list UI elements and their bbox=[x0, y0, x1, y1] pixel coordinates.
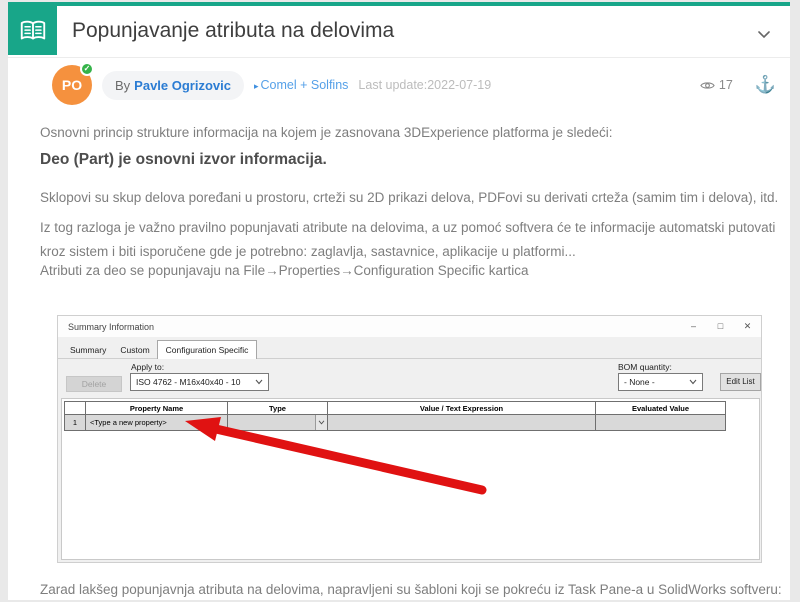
bom-quantity-value: - None - bbox=[624, 377, 655, 387]
dialog-tabstrip: Summary Custom Configuration Specific bbox=[58, 337, 761, 359]
bom-quantity-label: BOM quantity: bbox=[618, 362, 672, 372]
tab-custom[interactable]: Custom bbox=[113, 343, 156, 358]
org-label: Comel + Solfins bbox=[261, 78, 349, 92]
org-arrow-icon: ▸ bbox=[254, 81, 259, 91]
minimize-icon[interactable]: – bbox=[680, 316, 707, 337]
article-card: Popunjavanje atributa na delovima PO ✓ B… bbox=[8, 2, 790, 600]
avatar-initials: PO bbox=[62, 77, 82, 93]
permalink-anchor-icon[interactable]: ⚓ bbox=[755, 75, 776, 95]
property-name-cell[interactable]: <Type a new property> bbox=[86, 415, 228, 431]
author-pill: By Pavle Ogrizovic bbox=[102, 71, 244, 100]
paragraph-sklopovi: Sklopovi su skup delova poređani u prost… bbox=[40, 186, 782, 210]
row-number: 1 bbox=[65, 415, 86, 431]
col-rownum bbox=[65, 402, 86, 415]
bom-quantity-dropdown[interactable]: - None - bbox=[618, 373, 703, 391]
chevron-down-icon bbox=[255, 379, 263, 385]
paragraph-intro: Osnovni princip strukture informacija na… bbox=[40, 121, 782, 145]
dialog-titlebar: Summary Information – □ ✕ bbox=[58, 316, 761, 337]
apply-to-value: ISO 4762 - M16x40x40 - 10 bbox=[136, 377, 240, 387]
summary-information-dialog: Summary Information – □ ✕ Summary Custom… bbox=[57, 315, 762, 563]
maximize-icon[interactable]: □ bbox=[707, 316, 734, 337]
tab-configuration-specific[interactable]: Configuration Specific bbox=[157, 340, 258, 359]
col-evaluated-value: Evaluated Value bbox=[596, 402, 726, 415]
col-property-name: Property Name bbox=[86, 402, 228, 415]
close-icon[interactable]: ✕ bbox=[734, 316, 761, 337]
organization-link[interactable]: ▸Comel + Solfins bbox=[254, 78, 348, 92]
paragraph-atributi: Atributi za deo se popunjavaju na File→P… bbox=[40, 259, 782, 283]
dialog-title: Summary Information bbox=[68, 322, 154, 332]
type-cell[interactable] bbox=[228, 415, 328, 431]
apply-to-dropdown[interactable]: ISO 4762 - M16x40x40 - 10 bbox=[130, 373, 269, 391]
section-heading: Deo (Part) je osnovni izvor informacija. bbox=[40, 151, 782, 169]
tab-summary[interactable]: Summary bbox=[63, 343, 113, 358]
type-dropdown-chevron-icon[interactable] bbox=[315, 415, 327, 430]
evaluated-value-cell bbox=[596, 415, 726, 431]
value-cell[interactable] bbox=[328, 415, 596, 431]
verified-check-icon: ✓ bbox=[80, 62, 94, 76]
paragraph-razlog: Iz tog razloga je važno pravilno popunja… bbox=[40, 216, 782, 264]
properties-panel: Property Name Type Value / Text Expressi… bbox=[61, 398, 760, 560]
header-divider bbox=[8, 57, 790, 58]
table-header-row: Property Name Type Value / Text Expressi… bbox=[65, 402, 726, 415]
eye-icon bbox=[700, 80, 715, 91]
page-title: Popunjavanje atributa na delovima bbox=[72, 19, 394, 43]
col-value-text-expression: Value / Text Expression bbox=[328, 402, 596, 415]
table-row: 1 <Type a new property> bbox=[65, 415, 726, 431]
collapse-chevron-down-icon[interactable] bbox=[754, 24, 774, 44]
last-update: Last update:2022-07-19 bbox=[358, 78, 491, 92]
by-label: By bbox=[115, 78, 130, 93]
avatar[interactable]: PO ✓ bbox=[52, 65, 92, 105]
views-count: 17 bbox=[719, 78, 733, 92]
delete-button[interactable]: Delete bbox=[66, 376, 122, 392]
properties-table: Property Name Type Value / Text Expressi… bbox=[64, 401, 726, 431]
edit-list-button[interactable]: Edit List bbox=[720, 373, 761, 391]
apply-to-label: Apply to: bbox=[131, 362, 164, 372]
chevron-down-icon bbox=[689, 379, 697, 385]
views-counter: 17 bbox=[700, 78, 733, 92]
col-type: Type bbox=[228, 402, 328, 415]
book-icon bbox=[8, 6, 57, 55]
paragraph-sabloni: Zarad lakšeg popunjavnja atributa na del… bbox=[40, 578, 782, 602]
byline: PO ✓ By Pavle Ogrizovic ▸Comel + Solfins… bbox=[52, 63, 776, 107]
author-link[interactable]: Pavle Ogrizovic bbox=[134, 78, 231, 93]
